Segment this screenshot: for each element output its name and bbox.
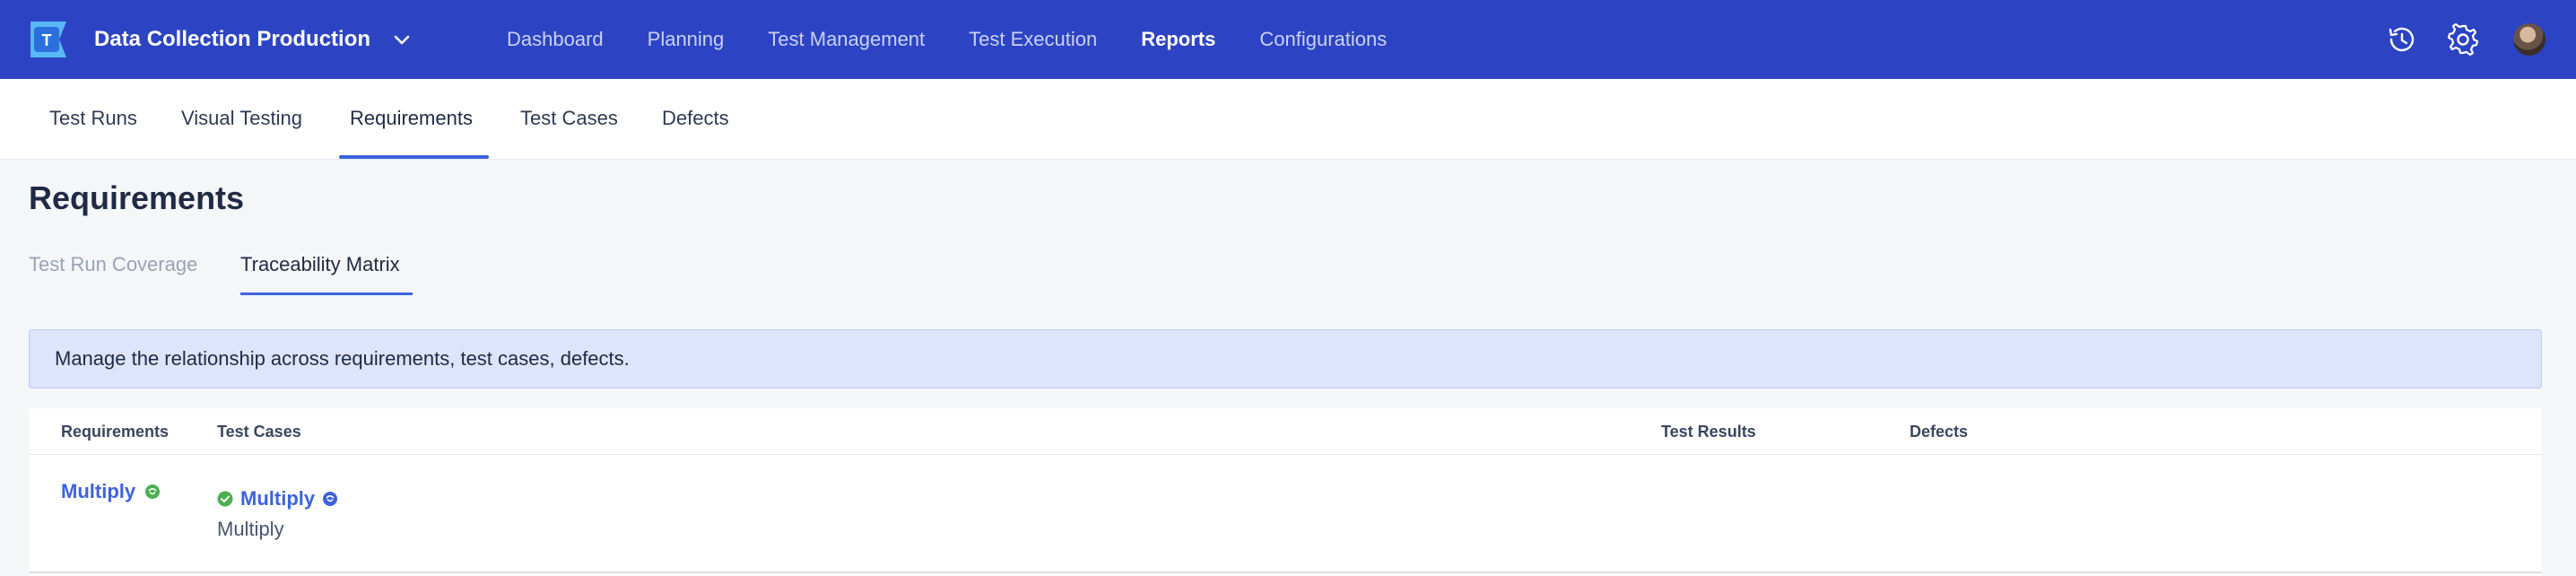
nav-configurations[interactable]: Configurations — [1259, 28, 1387, 51]
test-case-subtitle: Multiply — [217, 518, 284, 540]
tab-traceability-matrix[interactable]: Traceability Matrix — [240, 253, 400, 276]
header-test-cases: Test Cases — [217, 423, 301, 441]
nav-dashboard[interactable]: Dashboard — [507, 28, 604, 51]
table-row — [29, 455, 2542, 573]
tab-active-indicator — [240, 292, 413, 295]
test-case-type-icon — [323, 492, 338, 506]
header-test-results: Test Results — [1661, 423, 1756, 441]
passed-check-icon — [217, 491, 233, 507]
subnav-requirements[interactable]: Requirements — [350, 79, 473, 160]
app-logo-icon[interactable]: T — [29, 20, 68, 59]
tab-test-run-coverage[interactable]: Test Run Coverage — [29, 253, 197, 276]
requirement-type-icon — [145, 484, 161, 499]
test-case-cell: Multiply Multiply — [217, 487, 338, 541]
traceability-table: Requirements Test Cases Test Results Def… — [29, 408, 2542, 576]
page-title: Requirements — [29, 179, 245, 216]
nav-test-execution[interactable]: Test Execution — [969, 28, 1097, 51]
user-avatar[interactable] — [2513, 23, 2546, 56]
svg-text:T: T — [42, 31, 52, 49]
history-icon[interactable] — [2384, 22, 2420, 57]
subnav-defects[interactable]: Defects — [662, 79, 729, 160]
header-defects: Defects — [1910, 423, 1969, 441]
header-requirements: Requirements — [61, 423, 170, 441]
main-nav: Dashboard Planning Test Management Test … — [507, 0, 1431, 79]
nav-test-management[interactable]: Test Management — [768, 28, 925, 51]
nav-planning[interactable]: Planning — [648, 28, 725, 51]
gear-icon[interactable] — [2445, 22, 2481, 57]
nav-reports[interactable]: Reports — [1141, 28, 1215, 51]
info-banner-text: Manage the relationship across requireme… — [55, 347, 630, 370]
requirement-cell: Multiply — [61, 480, 161, 503]
top-bar: T Data Collection Production Dashboard P… — [0, 0, 2576, 79]
project-selector[interactable]: Data Collection Production — [94, 0, 412, 79]
table-header: Requirements Test Cases Test Results Def… — [29, 408, 2542, 455]
subnav-test-runs[interactable]: Test Runs — [49, 79, 137, 160]
test-case-link[interactable]: Multiply — [240, 487, 315, 511]
chevron-down-icon — [394, 35, 410, 45]
info-banner: Manage the relationship across requireme… — [29, 329, 2542, 388]
project-name: Data Collection Production — [94, 27, 371, 51]
subnav-test-cases[interactable]: Test Cases — [520, 79, 618, 160]
sub-nav: Test Runs Visual Testing Requirements Te… — [0, 79, 2576, 160]
subnav-visual-testing[interactable]: Visual Testing — [181, 79, 302, 160]
requirement-link[interactable]: Multiply — [61, 480, 135, 503]
